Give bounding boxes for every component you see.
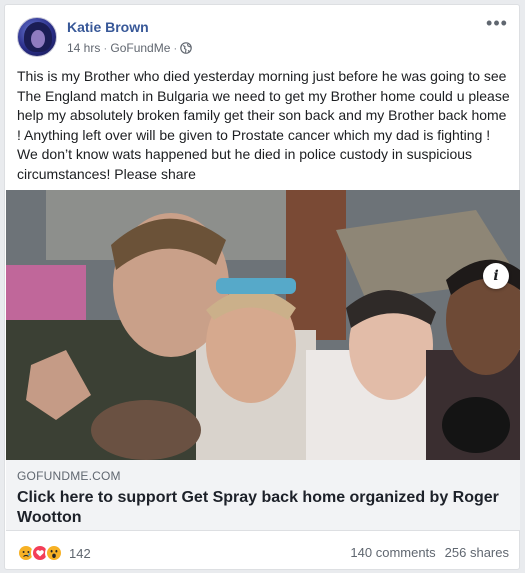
more-options-icon[interactable]: ••• bbox=[485, 14, 509, 37]
separator: · bbox=[103, 41, 108, 55]
post-text: This is my Brother who died yesterday mo… bbox=[17, 68, 510, 182]
author-name[interactable]: Katie Brown bbox=[67, 19, 149, 35]
wow-reaction-icon bbox=[45, 544, 63, 562]
post-meta: 14 hrs · GoFundMe · bbox=[67, 41, 193, 55]
post-footer: 142 140 comments 256 shares bbox=[17, 543, 509, 563]
post-photo[interactable] bbox=[6, 190, 520, 460]
info-button[interactable]: i bbox=[483, 263, 509, 289]
link-title[interactable]: Click here to support Get Spray back hom… bbox=[17, 488, 507, 528]
post-stats: 140 comments 256 shares bbox=[350, 545, 509, 560]
comments-count[interactable]: 140 comments bbox=[350, 545, 435, 560]
reactions-summary[interactable]: 142 bbox=[17, 543, 91, 563]
avatar[interactable] bbox=[17, 17, 57, 57]
reaction-count: 142 bbox=[69, 545, 91, 561]
separator: · bbox=[173, 41, 178, 55]
post-card: Katie Brown 14 hrs · GoFundMe · ••• This… bbox=[4, 4, 520, 570]
globe-icon[interactable] bbox=[180, 42, 193, 54]
post-header: Katie Brown 14 hrs · GoFundMe · ••• bbox=[17, 14, 509, 61]
shares-count[interactable]: 256 shares bbox=[445, 545, 509, 560]
post-time[interactable]: 14 hrs bbox=[67, 41, 100, 55]
link-domain: GOFUNDME.COM bbox=[17, 469, 121, 483]
post-source[interactable]: GoFundMe bbox=[110, 41, 170, 55]
link-preview[interactable]: GOFUNDME.COM Click here to support Get S… bbox=[6, 460, 520, 531]
